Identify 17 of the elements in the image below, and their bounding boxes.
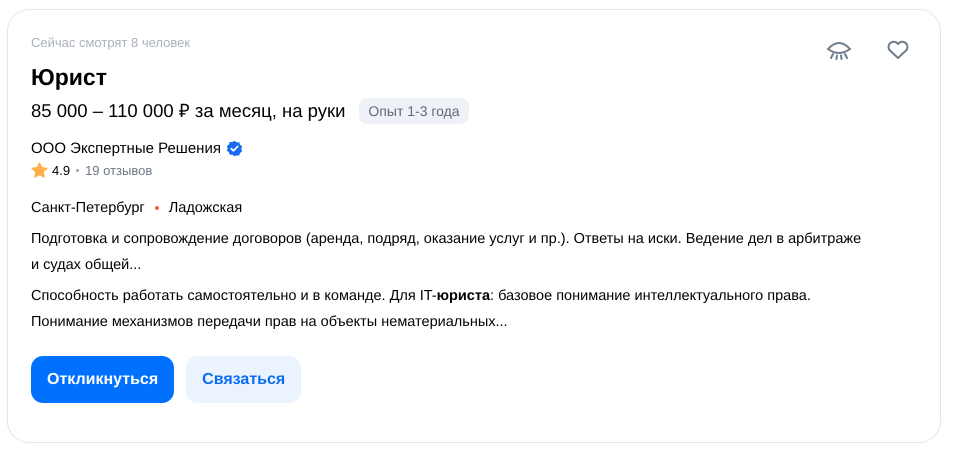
respond-button[interactable]: Откликнуться <box>31 356 174 403</box>
separator-dot <box>76 168 80 172</box>
heart-icon[interactable] <box>886 40 910 60</box>
city: Санкт-Петербург <box>31 200 145 216</box>
description: Способность работать самостоятельно и в команде. Для IT-юриста: базовое понимание интеллектуального права. Понимание механизмов передачи прав на объекты нематериальных... <box>31 287 812 332</box>
viewers-count: Сейчас смотрят 8 человек <box>31 34 190 52</box>
rating-value: 4.9 <box>52 162 70 178</box>
metro-station: Ладожская <box>168 200 242 216</box>
experience-badge: Опыт 1-3 года <box>359 98 469 124</box>
closed-eye-icon[interactable] <box>826 40 852 60</box>
company-name[interactable]: ООО Экспертные Решения <box>31 140 221 157</box>
salary: 85 000 – 110 000 ₽ за месяц, на руки <box>31 99 346 123</box>
vacancy-title[interactable]: Юрист <box>31 62 918 92</box>
star-icon <box>31 162 48 178</box>
reviews-link[interactable]: 19 отзывов <box>85 162 152 178</box>
contact-button[interactable]: Связаться <box>186 356 302 403</box>
description: Подготовка и сопровождение договоров (аренда, подряд, оказание услуг и пр.). Ответы на иски. Ведение дел в арбитраже и судах общей... <box>31 230 862 275</box>
